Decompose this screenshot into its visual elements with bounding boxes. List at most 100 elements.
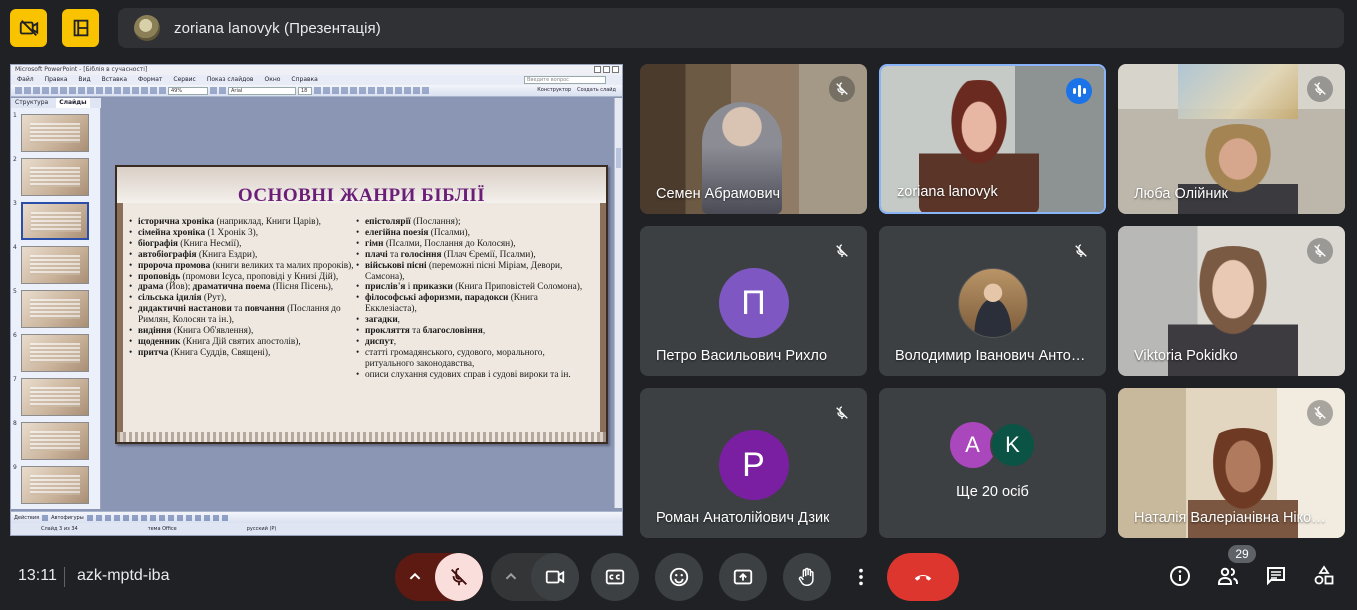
menu-window: Окно [264,76,281,83]
genre-name: благословіння [422,326,483,337]
participant-tile[interactable]: Р Роман Анатолійович Дзик [640,388,867,538]
video-options-button[interactable] [491,553,531,601]
slide-genre-item: автобіографія (Книга Ездри), [129,250,354,261]
genre-example: , [397,315,400,326]
slide-genre-item: драма (Йов); драматична поема (Пісня Піс… [129,282,354,293]
genre-name: диспут [365,336,394,347]
slide-thumbnail [21,378,89,416]
more-participants-tile[interactable]: A K Ще 20 осіб [879,388,1106,538]
presenter-avatar [134,15,160,41]
genre-example: описи слухання судових справ і судові ви… [365,369,571,380]
genre-name: плачі [365,249,388,260]
meeting-code: azk-mptd-iba [77,567,170,584]
captions-button[interactable] [591,553,639,601]
slide-genre-item: диспут, [356,337,590,348]
thumb-number: 8 [13,420,17,427]
genre-example: (промови Ісуса, проповіді у Книзі Дій), [180,271,339,282]
participant-tile[interactable]: Viktoria Pokidko [1118,226,1345,376]
participant-tile[interactable]: Люба Олійник [1118,64,1345,214]
participant-tile[interactable]: Володимир Іванович Антофійчук [879,226,1106,376]
genre-name: автобіографія [138,249,197,260]
presenter-label: zoriana lanovyk (Презентація) [174,19,381,37]
participant-name: zoriana lanovyk [897,184,998,200]
genre-name: епістолярії [365,217,411,227]
participant-avatar: Р [718,430,789,500]
chat-icon [1267,567,1285,586]
genre-example: (Книга Дій святих апостолів), [180,336,301,347]
slide-thumbnail-selected [21,202,89,240]
more-vert-icon [859,568,863,586]
emoji-reaction-button[interactable] [655,553,703,601]
mic-off-indicator [1068,238,1094,264]
genre-example: та [409,326,423,337]
ppt-statusbar: Слайд 3 из 34 тема Office русский (Р) [11,523,622,535]
genre-name: пророча промова [138,260,211,271]
slide-thumbnail [21,290,89,328]
minimize-icon [594,66,601,73]
genre-example: (Рут), [201,293,227,304]
slide-genre-item: загадки, [356,315,590,326]
slide-genre-item: описи слухання судових справ і судові ви… [356,370,590,381]
leave-call-button[interactable] [887,553,959,601]
genre-name: військові пісні [365,260,427,271]
raise-hand-button[interactable] [783,553,831,601]
clock: 13:11 [18,567,57,584]
mic-toggle-button[interactable] [435,553,483,601]
participant-count-badge: 29 [1228,545,1256,563]
activities-shapes-icon [1314,565,1334,585]
menu-service: Сервис [173,76,196,83]
font-size-field: 18 [298,86,312,95]
activities-button[interactable] [1311,563,1337,589]
mic-off-icon [836,406,848,419]
genre-name: повчання [244,304,285,315]
participant-tile[interactable]: Семен Абрамович [640,64,867,214]
chat-button[interactable] [1263,563,1289,589]
autoshapes-label: Автофигуры [51,514,84,521]
genre-name: драма [138,282,164,293]
thumb-number: 1 [13,112,17,119]
audio-options-button[interactable] [395,553,435,601]
genre-name: приказки [412,282,453,293]
participant-tile[interactable]: Наталія Валеріанівна Ніконенко [1118,388,1345,538]
camera-off-button[interactable] [10,9,47,47]
genre-example: (Книга Приповістей Соломона), [452,282,583,293]
slide-genre-item: історична хроніка (наприклад, Книги Царі… [129,217,354,228]
genre-example: (1 Хронік 3), [205,227,259,238]
genre-example: (Псалми, Послання до Колосян), [383,238,516,249]
presenter-chip[interactable]: zoriana lanovyk (Презентація) [118,8,1344,48]
meeting-info-button[interactable] [1167,563,1193,589]
close-icon [612,66,619,73]
menu-help: Справка [291,76,318,83]
thumb-number: 5 [13,288,17,295]
people-button[interactable] [1215,563,1241,589]
slide-genre-item: філософські афоризми, парадокси (Книга Е… [356,293,590,315]
layout-button[interactable] [62,9,99,47]
slide-genre-item: плачі та голосіння (Плач Єремії, Псалми)… [356,250,590,261]
present-screen-button[interactable] [719,553,767,601]
thumb-number: 3 [13,200,17,207]
genre-name: прокляття [365,326,410,337]
tab-slides: Слайды [56,98,90,108]
slide-genre-item: щоденник (Книга Дій святих апостолів), [129,337,354,348]
more-options-button[interactable] [846,553,876,601]
genre-example: та [231,304,245,315]
slide-thumbnail [21,158,89,196]
participant-name: Люба Олійник [1134,186,1228,202]
participant-name: Володимир Іванович Антофійчук [895,348,1090,364]
font-field: Arial [228,86,296,95]
genre-name: драматична поема [192,282,271,293]
mic-off-indicator [829,400,855,426]
slide-heading: ОСНОВНІ ЖАНРИ БІБЛІЇ [237,185,486,206]
camera-toggle-button[interactable] [531,553,579,601]
slide-thumbnail [21,114,89,152]
menu-view: Вид [78,76,91,83]
people-icon [1218,567,1238,585]
genre-name: філософські афоризми, парадокси [365,293,509,304]
menu-edit: Правка [44,76,68,83]
genre-example: статті громадянського, судового, моральн… [365,347,545,369]
genre-example: , [393,336,397,347]
slide-left-column: історична хроніка (наприклад, Книги Царі… [129,217,354,359]
participant-tile[interactable]: П Петро Васильович Рихло [640,226,867,376]
participant-tile-presenter[interactable]: zoriana lanovyk [879,64,1106,214]
participant-name: Наталія Валеріанівна Ніконенко [1134,510,1329,526]
